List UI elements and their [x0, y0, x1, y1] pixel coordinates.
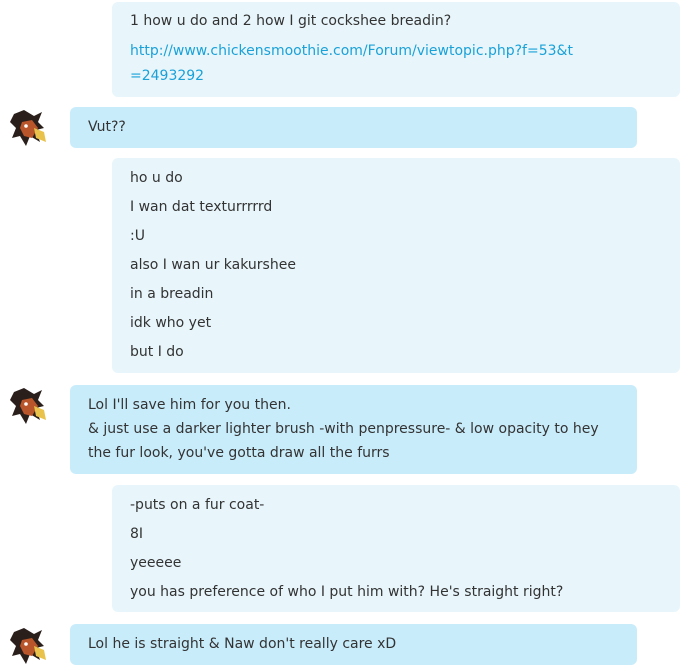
message-link[interactable]: http://www.chickensmoothie.com/Forum/vie…	[130, 43, 573, 59]
message-text: Vut??	[88, 119, 126, 135]
message-text: Lol I'll save him for you then.	[88, 397, 291, 413]
message-text: in a breadin	[130, 286, 214, 302]
message-link[interactable]: =2493292	[130, 68, 204, 84]
message-bubble-sent: 1 how u do and 2 how I git cockshee brea…	[112, 2, 680, 97]
message-text: 8I	[130, 526, 144, 542]
contact-avatar-icon[interactable]	[8, 386, 48, 426]
message-bubble-received: Vut??	[70, 107, 637, 148]
message-text: I wan dat texturrrrrd	[130, 199, 273, 215]
message-text: yeeeee	[130, 555, 182, 571]
message-text: Lol he is straight & Naw don't really ca…	[88, 636, 397, 652]
contact-avatar-icon[interactable]	[8, 626, 48, 666]
message-text: the fur look, you've gotta draw all the …	[88, 445, 390, 461]
message-bubble-received: Lol I'll save him for you then. & just u…	[70, 385, 637, 474]
message-text: & just use a darker lighter brush -with …	[88, 421, 599, 437]
message-bubble-sent: -puts on a fur coat- 8I yeeeee you has p…	[112, 485, 680, 612]
message-text: also I wan ur kakurshee	[130, 257, 296, 273]
message-bubble-sent: ho u do I wan dat texturrrrrd :U also I …	[112, 158, 680, 373]
message-text: but I do	[130, 344, 184, 360]
contact-avatar-icon[interactable]	[8, 108, 48, 148]
message-text: idk who yet	[130, 315, 212, 331]
message-text: :U	[130, 228, 145, 244]
message-text: -puts on a fur coat-	[130, 497, 265, 513]
message-text: 1 how u do and 2 how I git cockshee brea…	[130, 13, 452, 29]
message-text: ho u do	[130, 170, 183, 186]
message-text: you has preference of who I put him with…	[130, 584, 564, 600]
message-bubble-received: Lol he is straight & Naw don't really ca…	[70, 624, 637, 665]
